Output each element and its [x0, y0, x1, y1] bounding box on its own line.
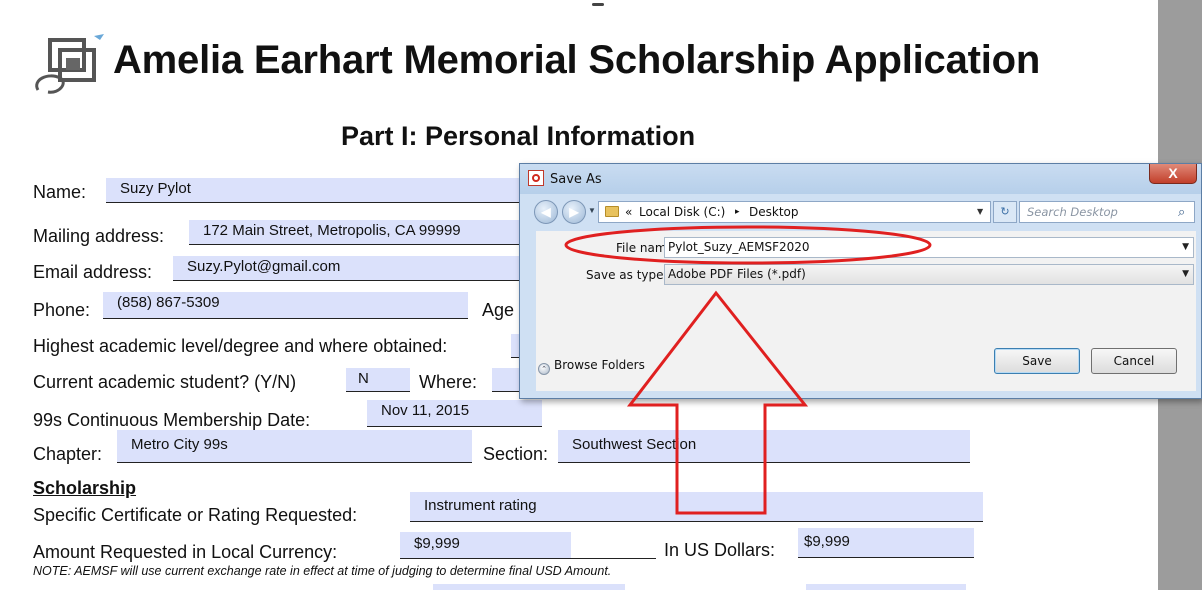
certificate-field[interactable]: Instrument rating — [410, 492, 983, 522]
page-edge-mark — [592, 3, 604, 6]
email-address-label: Email address: — [33, 262, 153, 282]
refresh-icon[interactable]: ↻ — [993, 201, 1017, 223]
ninety-nines-logo-icon — [35, 34, 104, 94]
browse-folders-label: Browse Folders — [554, 358, 645, 372]
phone-label: Phone: — [33, 300, 91, 320]
dialog-titlebar[interactable]: Save As X — [520, 164, 1201, 194]
save-type-value: Adobe PDF Files (*.pdf) — [668, 267, 806, 281]
current-student-field[interactable]: N — [346, 368, 410, 392]
part-title: Part I: Personal Information — [341, 121, 696, 151]
back-arrow-icon[interactable]: ◀ — [534, 200, 558, 224]
path-separator-icon: ▸ — [735, 207, 740, 217]
save-type-label: Save as type: — [586, 268, 668, 282]
where-field[interactable] — [492, 368, 520, 392]
forward-arrow-icon[interactable]: ▶ — [562, 200, 586, 224]
address-dropdown-icon[interactable]: ▼ — [977, 202, 983, 222]
adobe-pdf-icon — [528, 170, 544, 186]
amount-local-label: Amount Requested in Local Currency: — [33, 542, 338, 562]
academic-level-label: Highest academic level/degree and where … — [33, 336, 448, 356]
section-field[interactable]: Southwest Section — [558, 430, 970, 463]
partial-field-left[interactable] — [433, 584, 625, 590]
certificate-label: Specific Certificate or Rating Requested… — [33, 505, 358, 525]
path-prefix: « — [625, 205, 633, 219]
amount-usd-field[interactable]: $9,999 — [798, 528, 974, 558]
file-name-dropdown-icon[interactable]: ▼ — [1182, 238, 1189, 257]
file-name-value: Pylot_Suzy_AEMSF2020 — [668, 240, 810, 254]
amount-local-underline — [400, 558, 656, 559]
save-type-select[interactable]: Adobe PDF Files (*.pdf) ▼ — [664, 264, 1194, 285]
file-name-input[interactable]: Pylot_Suzy_AEMSF2020 ▼ — [664, 237, 1194, 258]
membership-date-label: 99s Continuous Membership Date: — [33, 410, 311, 430]
address-bar[interactable]: « Local Disk (C:) ▸ Desktop ▼ — [598, 201, 991, 223]
scholarship-heading: Scholarship — [33, 478, 137, 498]
search-icon: ⌕ — [1178, 204, 1186, 219]
amount-local-field[interactable]: $9,999 — [400, 532, 571, 558]
name-field[interactable]: Suzy Pylot — [106, 178, 520, 203]
phone-field[interactable]: (858) 867-5309 — [103, 292, 468, 319]
exchange-rate-note: NOTE: AEMSF will use current exchange ra… — [33, 564, 612, 578]
save-as-dialog: Save As X ◀ ▶ ▼ « Local Disk (C:) ▸ Desk… — [519, 163, 1202, 399]
membership-date-field[interactable]: Nov 11, 2015 — [367, 400, 542, 427]
chapter-label: Chapter: — [33, 444, 103, 464]
partial-field-right[interactable] — [806, 584, 966, 590]
chapter-field[interactable]: Metro City 99s — [117, 430, 472, 463]
save-type-dropdown-icon[interactable]: ▼ — [1182, 265, 1189, 284]
mailing-address-field[interactable]: 172 Main Street, Metropolis, CA 99999 — [189, 220, 520, 245]
dialog-title: Save As — [550, 172, 602, 187]
amount-usd-label: In US Dollars: — [664, 540, 776, 560]
browse-folders-toggle[interactable]: ⌃ Browse Folders — [538, 358, 645, 375]
navigation-bar: ◀ ▶ ▼ « Local Disk (C:) ▸ Desktop ▼ ↻ Se… — [520, 194, 1201, 228]
recent-dropdown-icon[interactable]: ▼ — [588, 206, 596, 215]
document-title: Amelia Earhart Memorial Scholarship Appl… — [113, 38, 1041, 82]
path-desktop[interactable]: Desktop — [749, 202, 799, 222]
folder-icon — [605, 206, 619, 217]
mailing-address-label: Mailing address: — [33, 226, 165, 246]
save-button[interactable]: Save — [994, 348, 1080, 374]
section-label: Section: — [483, 444, 549, 464]
where-label: Where: — [419, 372, 478, 392]
email-address-field[interactable]: Suzy.Pylot@gmail.com — [173, 256, 520, 281]
path-local-disk[interactable]: Local Disk (C:) — [639, 202, 725, 222]
name-label: Name: — [33, 182, 87, 202]
close-button[interactable]: X — [1149, 164, 1197, 184]
expand-icon: ⌃ — [538, 363, 550, 375]
current-student-label: Current academic student? (Y/N) — [33, 372, 297, 392]
cancel-button[interactable]: Cancel — [1091, 348, 1177, 374]
search-input[interactable]: Search Desktop — [1019, 201, 1195, 223]
age-label: Age — [482, 300, 515, 320]
